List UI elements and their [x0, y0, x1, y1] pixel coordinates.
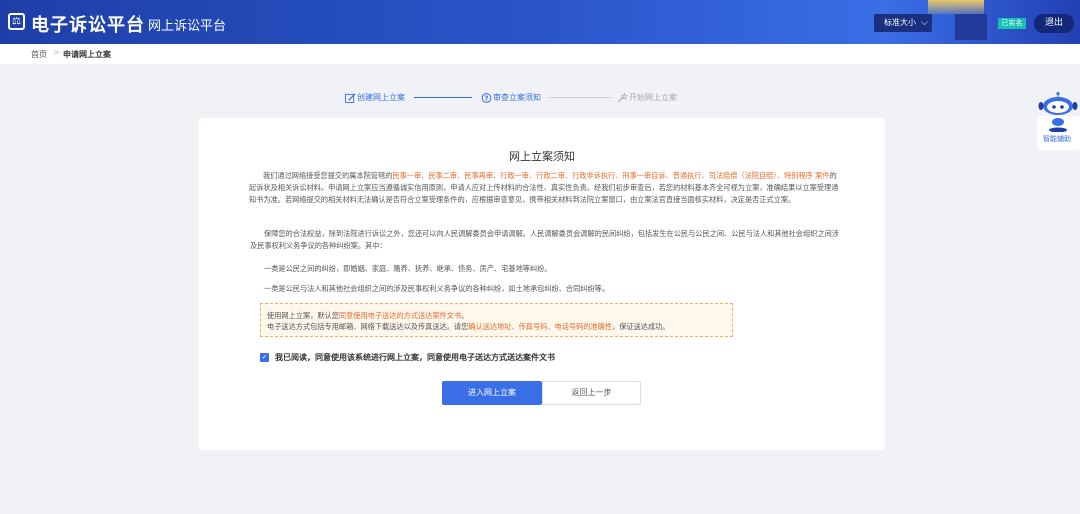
agreement-checkbox[interactable]: ✓ [260, 353, 269, 362]
text-segment: 我们通过网络接受您提交的属本院管辖的 [263, 171, 393, 180]
page-title: 网上立案须知 [509, 150, 575, 163]
court-logo-icon: ⚖ [8, 13, 25, 30]
notice-card: 网上立案须知 我们通过网络接受您提交的属本院管辖的民事一审、民事二审、民事再审、… [199, 118, 885, 450]
top-header: ⚖ 电子诉讼平台 网上诉讼平台 标准大小 ⌵ 已实名 退出 [0, 0, 1080, 44]
wand-icon [617, 92, 628, 102]
highlighted-text: 确认送达地址、传真号码、电话号码的准确性 [468, 322, 613, 331]
smart-assistant-widget[interactable]: 智能辅助 [1034, 92, 1080, 156]
text-segment: 电子送达方式包括专用邮箱、网络下载送达以及传真送达。请您 [267, 322, 469, 331]
highlighted-text: 同意使用电子送达的方式送达案件文书 [338, 311, 462, 320]
text-segment: 。 [461, 311, 469, 320]
font-size-select[interactable]: 标准大小 ⌵ [874, 14, 932, 32]
verified-badge: 已实名 [998, 18, 1026, 29]
question-icon: ? [481, 92, 492, 103]
notice-paragraph-3: 一类是公民之间的纠纷，即婚姻、家庭、赡养、抚养、继承、债务、房产、宅基地等纠纷。 [264, 264, 552, 273]
edit-icon [345, 92, 356, 103]
chevron-down-icon: ⌵ [921, 18, 928, 28]
agreement-label[interactable]: 我已阅读，同意使用该系统进行网上立案，同意使用电子送达方式送达案件文书 [275, 353, 555, 362]
svg-text:?: ? [485, 94, 489, 102]
header-divider [139, 15, 140, 30]
text-segment: 使用网上立案，默认您 [267, 311, 339, 320]
breadcrumb-separator-icon: > [53, 48, 60, 57]
header-decoration [928, 0, 984, 14]
step-review-notice: ? 审查立案须知 [481, 92, 541, 103]
step-connector [549, 97, 611, 98]
step-start-case: 开始网上立案 [617, 92, 677, 103]
breadcrumb: 首页 > 申请网上立案 [0, 44, 1080, 64]
enter-online-filing-button[interactable]: 进入网上立案 [442, 381, 542, 405]
step-label: 创建网上立案 [357, 93, 405, 102]
platform-subtitle: 网上诉讼平台 [148, 19, 227, 34]
agreement-row[interactable]: ✓ 我已阅读，同意使用该系统进行网上立案，同意使用电子送达方式送达案件文书 [260, 352, 555, 363]
notice-line-2: 电子送达方式包括专用邮箱、网络下载送达以及传真送达。请您确认送达地址、传真号码、… [267, 321, 726, 332]
step-create-case: 创建网上立案 [345, 92, 405, 103]
notice-paragraph-1: 我们通过网络接受您提交的属本院管辖的民事一审、民事二审、民事再审、行政一审、行政… [249, 170, 839, 206]
robot-icon [1038, 92, 1078, 132]
header-decoration-dark [955, 14, 987, 40]
e-service-notice-box: 使用网上立案，默认您同意使用电子送达的方式送达案件文书。 电子送达方式包括专用邮… [260, 303, 733, 337]
assistant-label[interactable]: 智能辅助 [1034, 134, 1080, 144]
back-button[interactable]: 返回上一步 [542, 381, 641, 405]
logout-button[interactable]: 退出 [1034, 14, 1074, 33]
breadcrumb-current: 申请网上立案 [63, 50, 111, 59]
notice-paragraph-4: 一类是公民与法人和其他社会组织之间的涉及民事权利义务争议的各种纠纷，如土地承包纠… [264, 284, 610, 293]
text-segment: ，保证送达成功。 [612, 322, 670, 331]
step-label: 审查立案须知 [493, 93, 541, 102]
highlighted-case-types: 民事一审、民事二审、民事再审、行政一审、行政二审、行政非诉执行、刑事一审自诉、普… [392, 171, 830, 180]
step-label: 开始网上立案 [629, 93, 677, 102]
notice-line-1: 使用网上立案，默认您同意使用电子送达的方式送达案件文书。 [267, 310, 726, 321]
font-size-select-value: 标准大小 [884, 18, 916, 27]
notice-paragraph-2: 保障您的合法权益，除到法院进行诉讼之外，您还可以向人民调解委员会申请调解。人民调… [250, 229, 840, 250]
breadcrumb-home-link[interactable]: 首页 [31, 49, 47, 60]
platform-title[interactable]: 电子诉讼平台 [31, 11, 145, 37]
step-connector [414, 97, 472, 98]
